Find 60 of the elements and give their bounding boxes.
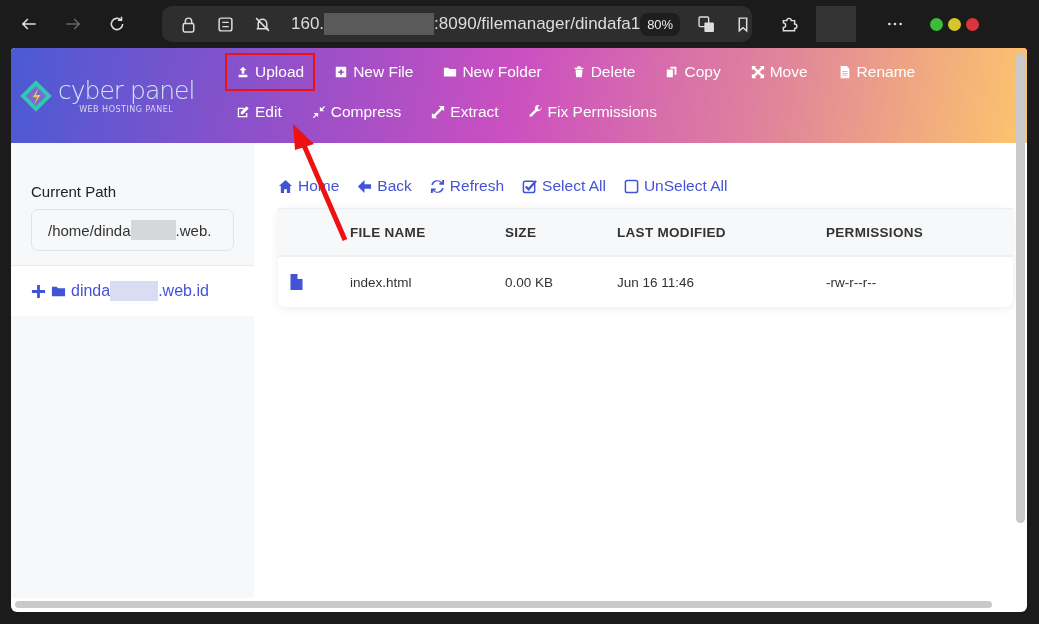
current-path-label: Current Path <box>31 183 118 200</box>
folder-name[interactable]: .web.id <box>158 282 209 300</box>
path-text: /home/dinda <box>48 221 131 239</box>
folder-name[interactable]: dinda <box>71 282 111 300</box>
wrench-icon <box>528 105 543 119</box>
toolbar-button[interactable]: New Folder <box>432 53 553 91</box>
left-arrow-icon <box>357 178 373 194</box>
logo-name: cyber panel <box>58 77 195 105</box>
toolbar-button[interactable]: Compress <box>300 93 413 131</box>
column-header: LAST MODIFIED <box>617 224 727 240</box>
zoom-badge[interactable]: 80% <box>640 12 681 36</box>
compress-icon <box>311 105 326 119</box>
maximize-button[interactable] <box>948 17 961 31</box>
path-text: .web. <box>175 221 212 239</box>
nav-link[interactable]: Select All <box>522 177 606 195</box>
minimize-button[interactable] <box>930 17 943 31</box>
file-modified: Jun 16 11:46 <box>617 274 696 290</box>
close-button[interactable] <box>966 17 979 31</box>
toolbar-button[interactable]: Delete <box>560 53 647 91</box>
site-settings-icon[interactable] <box>217 15 234 33</box>
nav-link[interactable]: Refresh <box>429 177 505 195</box>
muted-bell-icon[interactable] <box>254 15 271 33</box>
column-header: PERMISSIONS <box>826 224 925 240</box>
nav-link[interactable]: UnSelect All <box>623 177 728 195</box>
plus-icon[interactable] <box>31 283 46 299</box>
file-row[interactable]: index.html 0.00 KB Jun 16 11:46 -rw-r--r-- <box>278 257 1013 307</box>
path-field[interactable]: /home/dinda .web. <box>31 209 234 251</box>
arrows-icon <box>750 65 765 79</box>
logo-tagline: WEB HOSTING PANEL <box>79 105 174 114</box>
toolbar-button[interactable]: Extract <box>420 93 510 131</box>
home-icon <box>278 178 293 194</box>
checked-box-icon <box>522 178 538 194</box>
redaction-block <box>130 220 176 240</box>
translate-icon[interactable] <box>698 15 716 33</box>
refresh-icon <box>429 178 445 194</box>
expand-icon <box>431 105 446 119</box>
edit-icon <box>236 105 250 119</box>
refresh-icon[interactable] <box>108 15 126 33</box>
file-icon <box>290 274 303 290</box>
column-header: SIZE <box>505 224 538 240</box>
file-size: 0.00 KB <box>505 274 555 290</box>
folder-icon <box>443 65 458 79</box>
file-name: index.html <box>350 274 413 290</box>
url-text: :8090/filemanager/dindafa1 <box>434 14 641 34</box>
toolbar-button[interactable]: Fix Permissions <box>517 93 668 131</box>
file-permissions: -rw-r--r-- <box>826 274 878 290</box>
redaction-block <box>110 281 159 301</box>
nav-link[interactable]: Back <box>357 177 412 195</box>
toolbar-button[interactable]: Upload <box>225 53 316 91</box>
toolbar-button[interactable]: New File <box>323 53 425 91</box>
vertical-scrollbar[interactable] <box>1016 53 1025 523</box>
lock-icon <box>180 15 197 33</box>
upload-icon <box>236 65 250 79</box>
puzzle-icon[interactable] <box>780 15 798 33</box>
address-bar[interactable]: 160. :8090/filemanager/dindafa1 80% <box>162 6 752 42</box>
empty-box-icon <box>623 178 639 194</box>
column-header: FILE NAME <box>350 224 427 240</box>
toolbar-button[interactable]: Edit <box>225 93 293 131</box>
horizontal-scrollbar[interactable] <box>15 601 992 608</box>
url-text: 160. <box>291 14 325 34</box>
